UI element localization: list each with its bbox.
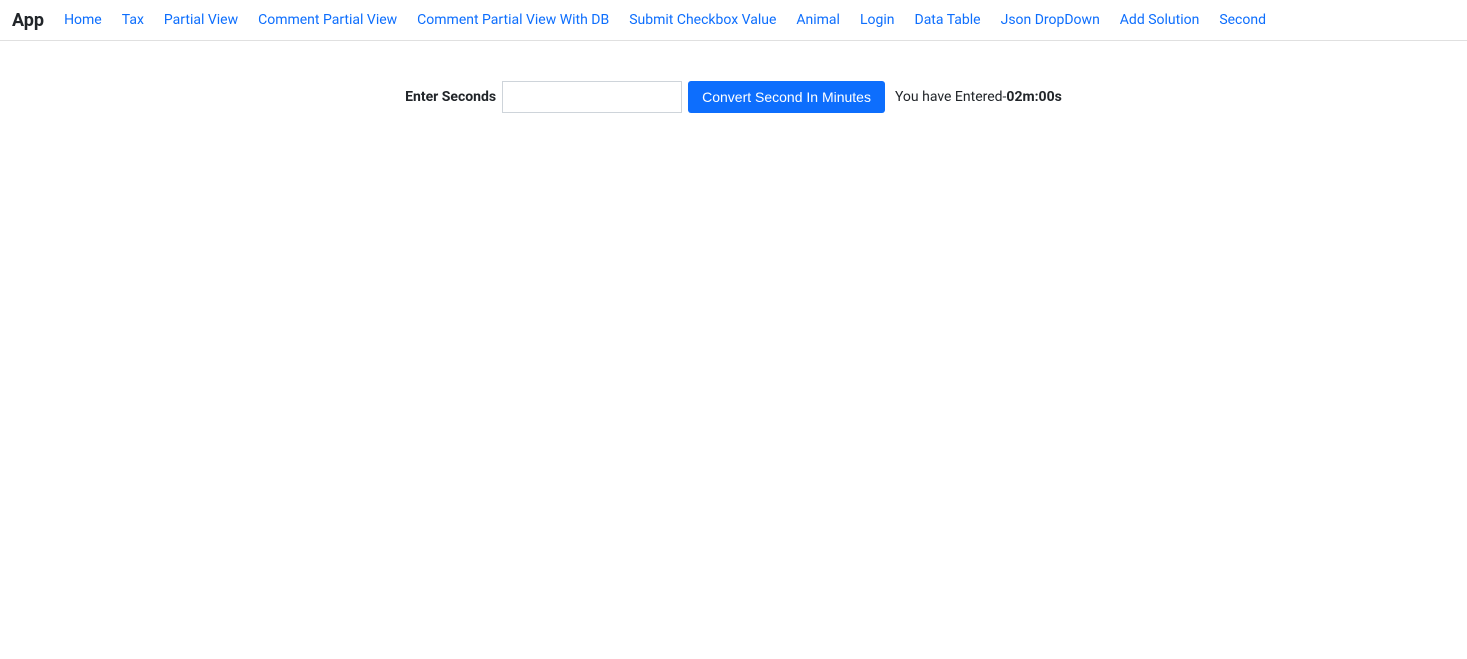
result-value: 02m:00s <box>1006 89 1061 105</box>
nav-link-home[interactable]: Home <box>56 8 110 32</box>
nav-link-comment-partial-view[interactable]: Comment Partial View <box>250 8 405 32</box>
result-prefix: You have Entered- <box>895 89 1006 105</box>
nav-link-login[interactable]: Login <box>852 8 903 32</box>
seconds-label: Enter Seconds <box>405 89 496 105</box>
nav-link-add-solution[interactable]: Add Solution <box>1112 8 1208 32</box>
nav-link-json-dropdown[interactable]: Json DropDown <box>993 8 1108 32</box>
result-text: You have Entered-02m:00s <box>895 89 1062 105</box>
seconds-input[interactable] <box>502 81 682 113</box>
nav-link-data-table[interactable]: Data Table <box>907 8 989 32</box>
nav-link-tax[interactable]: Tax <box>114 8 152 32</box>
seconds-form: Enter Seconds Convert Second In Minutes … <box>405 81 1062 113</box>
nav-brand[interactable]: App <box>12 10 44 31</box>
nav-link-second[interactable]: Second <box>1211 8 1274 32</box>
navbar: App Home Tax Partial View Comment Partia… <box>0 0 1467 41</box>
nav-link-animal[interactable]: Animal <box>788 8 848 32</box>
main-content: Enter Seconds Convert Second In Minutes … <box>0 41 1467 153</box>
nav-link-comment-partial-view-db[interactable]: Comment Partial View With DB <box>409 8 617 32</box>
nav-link-partial-view[interactable]: Partial View <box>156 8 246 32</box>
convert-button[interactable]: Convert Second In Minutes <box>688 81 885 113</box>
nav-link-submit-checkbox[interactable]: Submit Checkbox Value <box>621 8 784 32</box>
